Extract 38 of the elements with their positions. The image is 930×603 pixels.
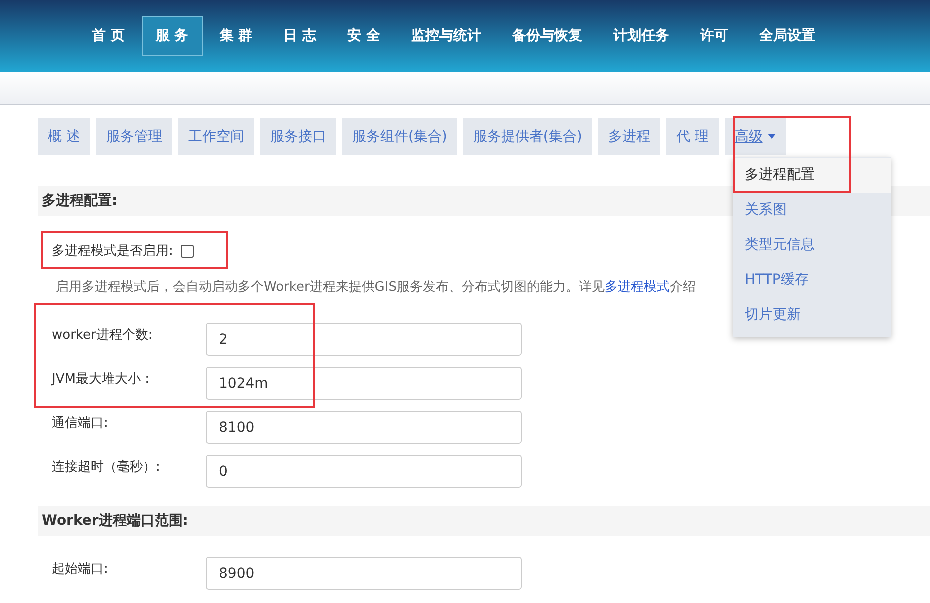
tab[interactable]: 服务提供者(集合) [463, 118, 592, 155]
nav-tab[interactable]: 集 群 [206, 16, 267, 56]
field-label: 多进程模式是否启用: [52, 243, 174, 260]
field-label: 起始端口: [51, 561, 110, 578]
nav-tab[interactable]: 安 全 [334, 16, 394, 56]
tab[interactable]: 服务管理 [96, 118, 172, 155]
menu-item[interactable]: 多进程配置 [733, 158, 891, 193]
input-field[interactable]: 2 [206, 323, 522, 356]
nav-tab[interactable]: 备份与恢复 [498, 16, 596, 56]
nav-tab[interactable]: 首 页 [78, 16, 139, 56]
input-field[interactable]: 8900 [206, 557, 522, 590]
field-label: JVM最大堆大小 : [50, 371, 150, 388]
menu-item[interactable]: 类型元信息 [733, 228, 891, 263]
nav-tab[interactable]: 监控与统计 [397, 16, 496, 56]
tab[interactable]: 高级 [724, 118, 786, 155]
input-field[interactable]: 0 [206, 455, 522, 488]
tab[interactable]: 工作空间 [178, 118, 254, 155]
tab[interactable]: 服务组件(集合) [342, 118, 458, 155]
nav-tab[interactable]: 全局设置 [745, 16, 830, 56]
menu-item[interactable]: HTTP缓存 [733, 263, 891, 298]
tab[interactable]: 概 述 [38, 118, 90, 155]
field-label: 通信端口: [51, 415, 110, 432]
tab[interactable]: 代 理 [666, 118, 719, 155]
nav-tab[interactable]: 计划任务 [599, 16, 684, 56]
tab[interactable]: 多进程 [598, 118, 660, 155]
field-label: 连接超时（毫秒）: [51, 459, 162, 476]
section-header: Worker进程端口范围: [38, 506, 930, 536]
tab[interactable]: 服务接口 [260, 118, 336, 155]
input-field[interactable]: 8100 [206, 411, 522, 444]
menu-item[interactable]: 切片更新 [733, 298, 891, 333]
description-text: 启用多进程模式后，会自动启动多个Worker进程来提供GIS服务发布、分布式切图的能力。详见多进程模式介绍 [56, 279, 696, 296]
docs-link[interactable]: 多进程模式 [604, 280, 670, 295]
nav-tab[interactable]: 许可 [686, 16, 742, 56]
nav-tab[interactable]: 服 务 [142, 16, 203, 56]
checkbox[interactable] [181, 244, 194, 258]
input-field[interactable]: 1024m [206, 367, 522, 400]
field-label: worker进程个数: [51, 327, 154, 344]
nav-tab[interactable]: 日 志 [270, 16, 330, 56]
